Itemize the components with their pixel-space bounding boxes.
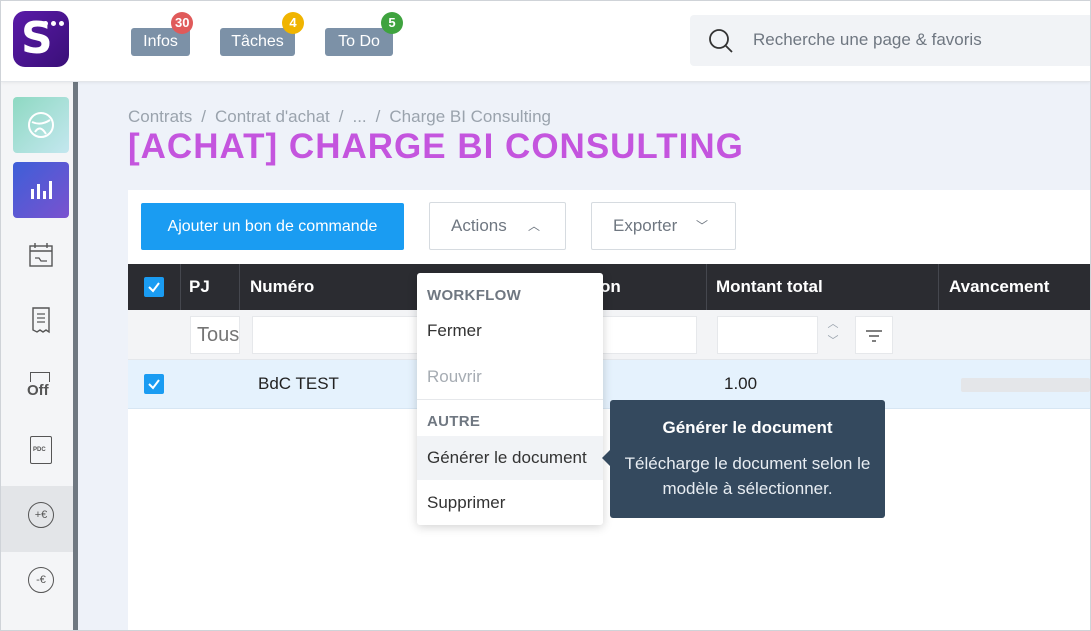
filter-row: ︿ ﹀ <box>128 310 1090 360</box>
calendar-icon <box>29 243 53 267</box>
menu-item-fermer[interactable]: Fermer <box>417 309 603 353</box>
todo-button[interactable]: To Do 5 <box>325 12 403 56</box>
col-header-avancement[interactable]: Avancement <box>949 277 1049 297</box>
tooltip-description: Télécharge le document selon le modèle à… <box>624 454 871 498</box>
infos-button[interactable]: Infos 30 <box>131 12 194 56</box>
pdc-document-icon: PDC <box>30 436 52 464</box>
taches-badge: 4 <box>282 12 304 34</box>
off-icon: Off <box>26 370 56 400</box>
add-purchase-order-button[interactable]: Ajouter un bon de commande <box>141 203 404 250</box>
stepper-down-icon[interactable]: ﹀ <box>826 333 840 350</box>
filter-options-button[interactable] <box>855 316 893 354</box>
breadcrumb-item-contrats[interactable]: Contrats <box>128 107 192 126</box>
stepper-up-icon[interactable]: ︿ <box>826 316 840 333</box>
menu-header-autre: AUTRE <box>427 413 481 430</box>
menu-item-rouvrir: Rouvrir <box>427 367 482 386</box>
export-label: Exporter <box>613 216 678 235</box>
col-header-montant[interactable]: Montant total <box>716 277 823 297</box>
chevron-up-icon: ︿ <box>528 219 541 233</box>
chart-bar-icon <box>31 181 52 199</box>
menu-item-supprimer[interactable]: Supprimer <box>417 481 603 525</box>
receipt-icon <box>32 307 50 334</box>
page-title: [ACHAT] CHARGE BI CONSULTING <box>128 127 744 166</box>
col-header-numero[interactable]: Numéro <box>250 277 314 297</box>
infos-badge: 30 <box>171 12 194 34</box>
menu-item-generer-document[interactable]: Générer le document <box>417 436 603 480</box>
infos-label: Infos <box>143 33 178 50</box>
row-progress-bar <box>961 378 1090 392</box>
row-montant: 1.00 <box>724 374 758 393</box>
menu-divider <box>417 399 603 400</box>
taches-button[interactable]: Tâches 4 <box>220 12 304 56</box>
select-all-checkbox[interactable] <box>144 277 164 297</box>
chevron-down-icon: ﹀ <box>696 219 709 233</box>
breadcrumb: Contrats / Contrat d'achat /... / Charge BI C… <box>128 107 551 126</box>
logo-dots <box>43 21 64 26</box>
sidebar-item-receipt[interactable] <box>13 292 69 348</box>
montant-filter-input[interactable] <box>717 316 818 354</box>
breadcrumb-item-ellipsis[interactable]: ... <box>352 107 366 126</box>
search-icon <box>709 29 733 53</box>
tooltip: Générer le document Télécharge le docume… <box>602 400 885 518</box>
actions-dropdown-menu: WORKFLOW Fermer Rouvrir AUTRE Générer le… <box>417 273 603 525</box>
search-placeholder: Recherche une page & favoris <box>753 30 982 49</box>
pj-filter-input[interactable] <box>190 316 240 354</box>
sidebar-item-calendar[interactable] <box>13 227 69 283</box>
col-header-pj[interactable]: PJ <box>189 277 210 297</box>
breadcrumb-item-current: Charge BI Consulting <box>389 107 551 126</box>
actions-label: Actions <box>451 216 507 235</box>
menu-header-workflow: WORKFLOW <box>427 287 522 304</box>
sidebar: Off PDC +€ -€ <box>1 82 78 630</box>
sidebar-item-minus-euro[interactable]: -€ <box>13 552 69 608</box>
app-logo[interactable]: S <box>13 11 69 67</box>
tooltip-arrow <box>602 450 610 466</box>
todo-label: To Do <box>338 33 380 50</box>
plus-euro-icon: +€ <box>28 502 54 528</box>
check-icon <box>148 379 160 390</box>
check-icon <box>148 282 160 293</box>
taches-label: Tâches <box>231 33 284 50</box>
tooltip-title: Générer le document <box>662 418 833 437</box>
search-box[interactable]: Recherche une page & favoris <box>690 15 1090 66</box>
minus-euro-icon: -€ <box>28 567 54 593</box>
designation-filter-input[interactable] <box>602 316 697 354</box>
table-row[interactable]: BdC TEST 1.00 <box>128 360 1090 409</box>
montant-stepper[interactable]: ︿ ﹀ <box>826 316 840 354</box>
sidebar-item-globe[interactable] <box>13 97 69 153</box>
app-window: S Infos 30 Tâches 4 To Do 5 Recherche un… <box>0 0 1091 631</box>
actions-button[interactable]: Actions ︿ <box>429 202 566 250</box>
main-panel: Ajouter un bon de commande Actions ︿ Exp… <box>128 190 1090 630</box>
off-text: Off <box>27 382 49 399</box>
numero-filter-input[interactable] <box>252 316 422 354</box>
pdc-text: PDC <box>33 447 46 453</box>
sidebar-item-off[interactable]: Off <box>13 357 69 413</box>
top-bar: S Infos 30 Tâches 4 To Do 5 Recherche un… <box>1 1 1090 82</box>
row-numero: BdC TEST <box>258 374 339 393</box>
globe-app-icon <box>28 112 54 138</box>
table-header: PJ Numéro on Montant total Avancement <box>128 264 1090 310</box>
filter-lines-icon <box>866 330 882 342</box>
sidebar-item-charts[interactable] <box>13 162 69 218</box>
todo-badge: 5 <box>381 12 403 34</box>
breadcrumb-item-contrat-achat[interactable]: Contrat d'achat <box>215 107 330 126</box>
col-header-designation[interactable]: on <box>600 277 621 297</box>
row-checkbox[interactable] <box>144 374 164 394</box>
export-button[interactable]: Exporter ﹀ <box>591 202 736 250</box>
sidebar-item-pdc[interactable]: PDC <box>13 422 69 478</box>
sidebar-item-plus-euro[interactable]: +€ <box>13 487 69 543</box>
